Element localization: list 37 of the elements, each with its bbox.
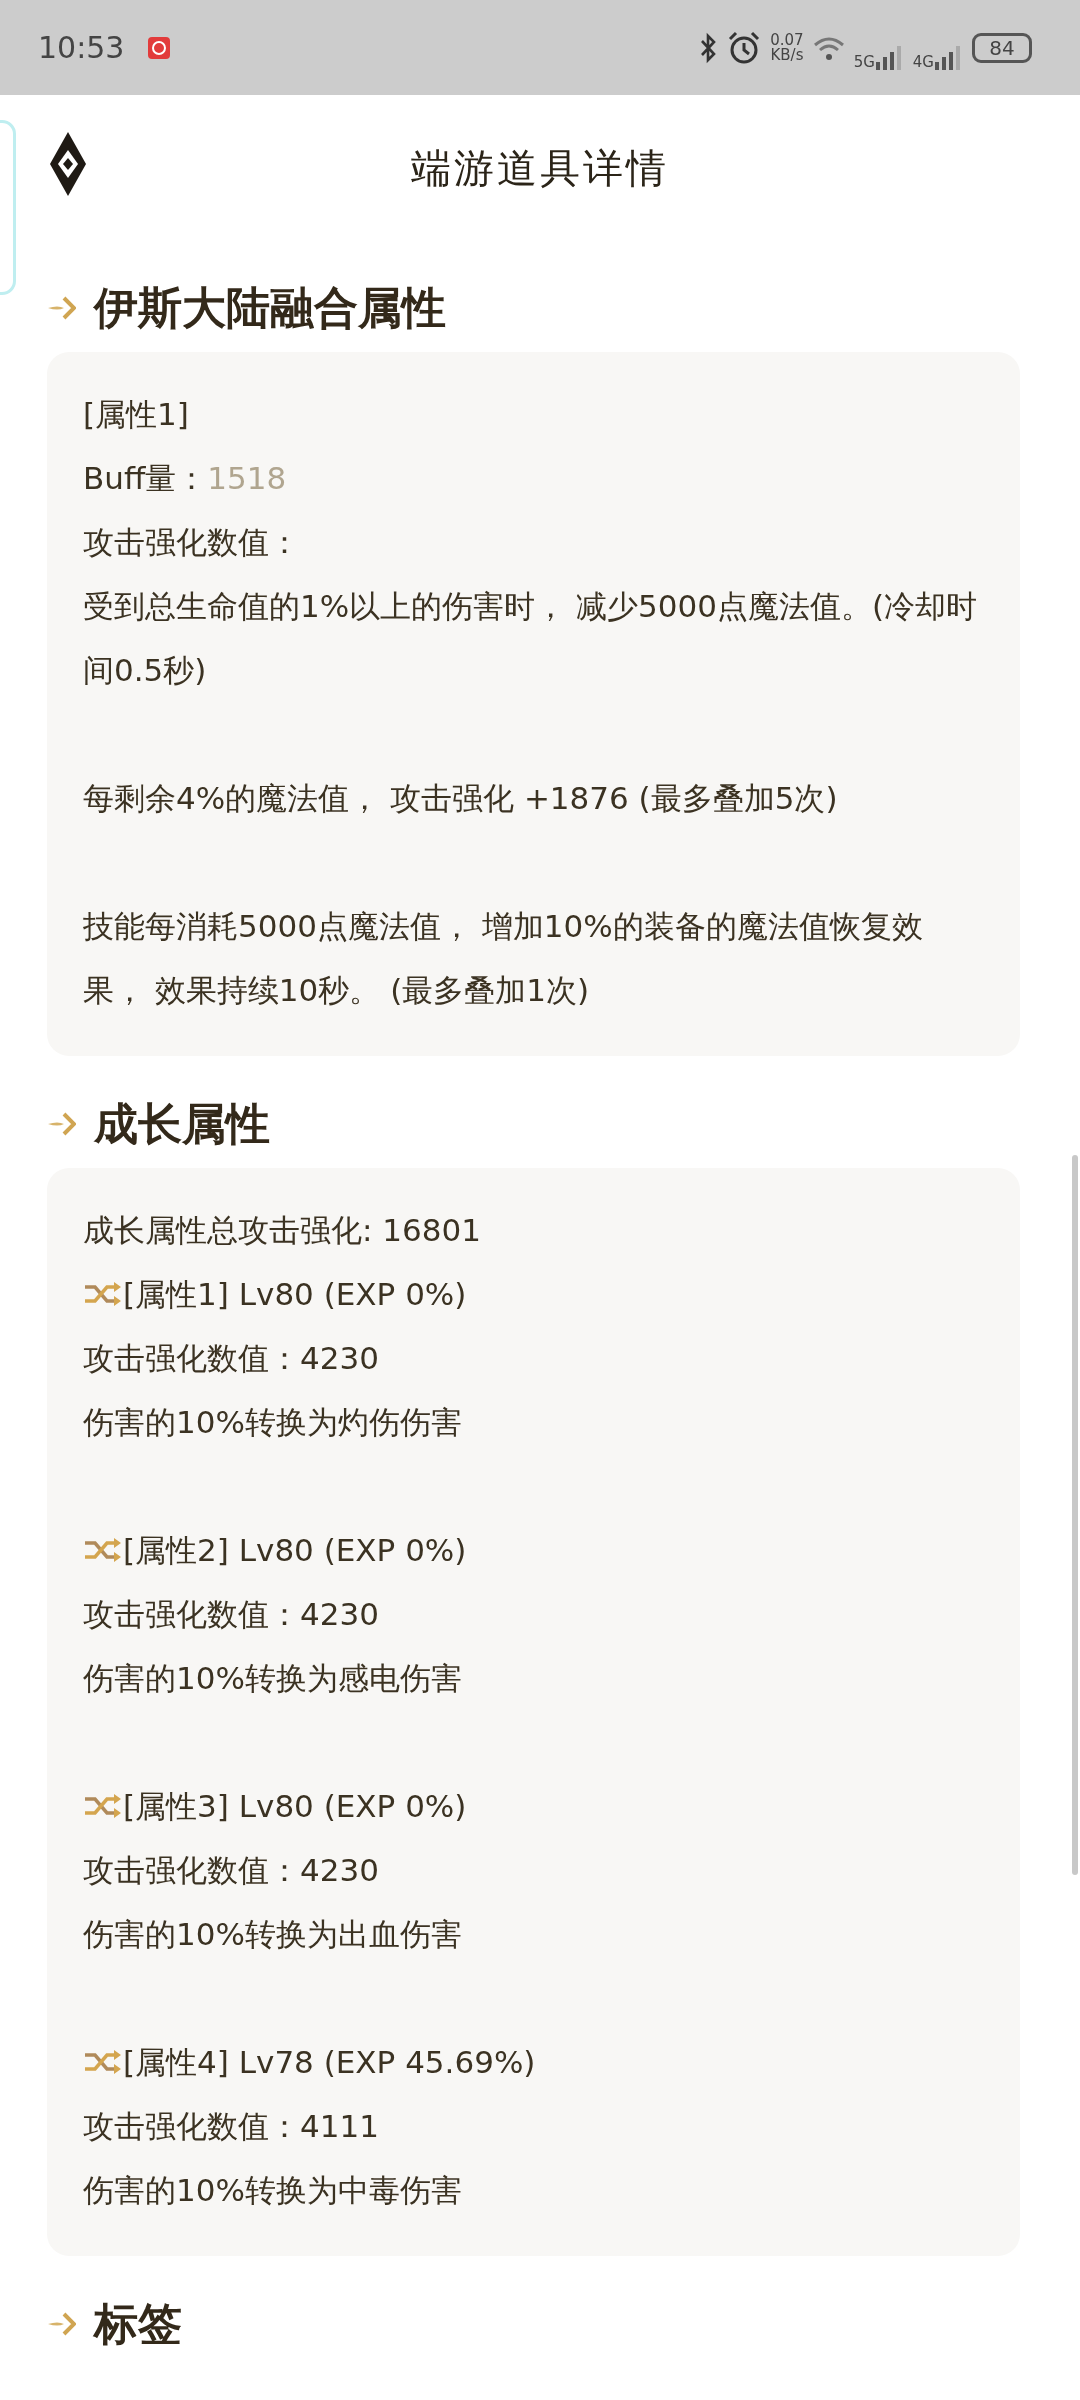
attribute-text: [属性1]	[83, 395, 190, 434]
attribute-text: 攻击强化数值：4111	[83, 2107, 380, 2146]
attribute-text: 伤害的10%转换为中毒伤害	[83, 2171, 463, 2210]
app-notification-icon	[148, 36, 171, 59]
network-speed: 0.07	[770, 32, 804, 48]
diamond-logo-icon	[50, 132, 86, 196]
attribute-value: 1518	[207, 459, 287, 498]
network-type: 4G	[912, 55, 934, 70]
attribute-header: [属性3] Lv80 (EXP 0%)	[123, 1787, 467, 1826]
attribute-text: 受到总生命值的1%以上的伤害时， 减少5000点魔法值。(冷却时间0.5秒)	[83, 587, 979, 690]
shuffle-icon	[83, 1279, 123, 1309]
attribute-text: 攻击强化数值：4230	[83, 1339, 380, 1378]
shuffle-icon	[83, 1535, 123, 1565]
attribute-header: [属性4] Lv78 (EXP 45.69%)	[123, 2043, 536, 2082]
scrollbar[interactable]	[1072, 1155, 1078, 1875]
battery-level: 84	[972, 32, 1032, 63]
attribute-text: 攻击强化数值：4230	[83, 1851, 380, 1890]
attribute-text: 伤害的10%转换为感电伤害	[83, 1659, 463, 1698]
attribute-text: 攻击强化数值：4230	[83, 1595, 380, 1634]
clock-time: 10:53	[38, 29, 125, 67]
shuffle-icon	[83, 2047, 123, 2077]
attribute-header: [属性1] Lv80 (EXP 0%)	[123, 1275, 467, 1314]
speed-unit: KB/s	[770, 47, 804, 63]
network-type: 5G	[853, 55, 875, 70]
attribute-header: [属性2] Lv80 (EXP 0%)	[123, 1531, 467, 1570]
attribute-text: 攻击强化数值：	[83, 523, 301, 562]
shuffle-icon	[83, 1791, 123, 1821]
attribute-label: Buff量：	[83, 459, 208, 498]
section-title: 标签	[94, 2297, 182, 2351]
attribute-text: 伤害的10%转换为灼伤伤害	[83, 1403, 463, 1442]
attribute-text: 成长属性总攻击强化: 16801	[83, 1211, 482, 1250]
section-title: 伊斯大陆融合属性	[94, 281, 446, 335]
attribute-text: 每剩余4%的魔法值， 攻击强化 +1876 (最多叠加5次)	[83, 779, 839, 818]
section-title: 成长属性	[94, 1097, 270, 1151]
attribute-text: 伤害的10%转换为出血伤害	[83, 1915, 463, 1954]
page-title: 端游道具详情	[411, 143, 669, 193]
attribute-text: 技能每消耗5000点魔法值， 增加10%的装备的魔法值恢复效果， 效果持续10秒。 (最多叠加1次)	[83, 907, 924, 1010]
